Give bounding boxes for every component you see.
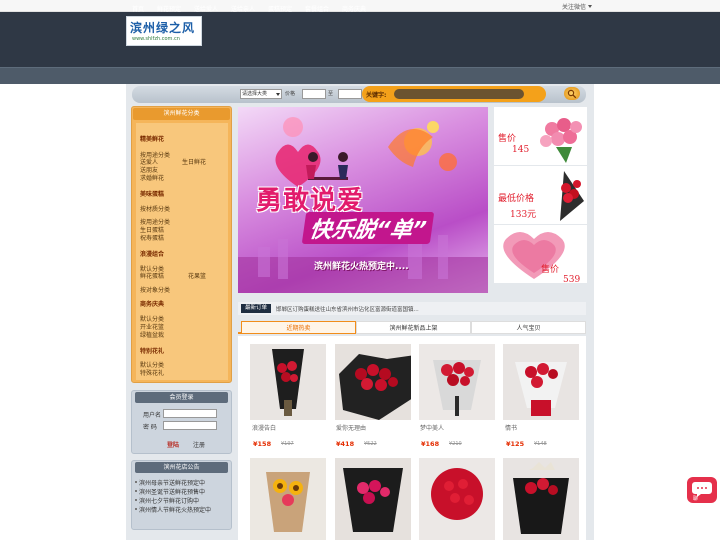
nav-item-family[interactable]: 送给亲人 xyxy=(231,4,255,13)
category-section-title[interactable]: 美味蛋糕 xyxy=(140,189,164,198)
category-section-title[interactable]: 特别花礼 xyxy=(140,346,164,355)
category-link[interactable]: 祝寿蛋糕 xyxy=(140,233,164,242)
keyword-label: 关键字: xyxy=(366,92,387,99)
product-old-price: ¥197 xyxy=(281,441,294,447)
notice-panel-title: 滨州花店公告 xyxy=(135,462,228,473)
category-link[interactable]: 鲜花蛋糕 xyxy=(140,271,164,280)
bouquet-image xyxy=(419,458,495,540)
login-panel-title: 会员登录 xyxy=(135,392,228,403)
bouquet-image xyxy=(335,458,411,540)
notice-item[interactable]: 滨州七夕节鲜花订购中 xyxy=(134,496,199,505)
bouquet-image xyxy=(419,344,495,420)
price-min-input[interactable] xyxy=(302,89,326,99)
news-ticker-text[interactable]: 邯郸区订购蛋糕送往山东省滨州市沾化区富源街道富国镇... xyxy=(276,305,419,313)
product-price: ¥158 xyxy=(253,440,272,448)
category-section-title[interactable]: 浪漫组合 xyxy=(140,249,164,258)
product-image[interactable] xyxy=(335,458,411,540)
product-price: ¥168 xyxy=(421,440,440,448)
product-image[interactable] xyxy=(419,344,495,420)
category-link[interactable]: 花果篮 xyxy=(188,271,206,280)
promo-price: 539 xyxy=(563,275,581,285)
follow-wechat-dropdown[interactable]: 关注微信 xyxy=(562,2,592,11)
nav-item-cake[interactable]: 蛋糕预定 xyxy=(268,4,292,13)
product-image[interactable] xyxy=(335,344,411,420)
promo-price: 145 xyxy=(512,145,530,155)
chat-label: 聊 xyxy=(693,496,699,502)
product-old-price: ¥522 xyxy=(364,441,377,447)
logo-title: 滨州绿之风 xyxy=(130,21,196,35)
site-logo[interactable]: 滨州绿之风 www.shlfzh.com.cn xyxy=(126,16,202,46)
keyword-input[interactable] xyxy=(394,89,524,99)
register-button[interactable]: 注册 xyxy=(193,440,205,449)
bouquet-image xyxy=(503,458,579,540)
product-name[interactable]: 情书 xyxy=(505,423,517,432)
chat-bubble-icon xyxy=(692,482,712,497)
product-price: ¥125 xyxy=(506,440,525,448)
product-old-price: ¥148 xyxy=(534,441,547,447)
price-label: 价格 xyxy=(285,91,296,97)
news-badge: 最新订单 xyxy=(241,304,271,313)
product-name[interactable]: 爱你无理由 xyxy=(336,423,366,432)
product-image[interactable] xyxy=(503,458,579,540)
main-nav xyxy=(0,67,720,84)
category-section-title[interactable]: 精美鲜花 xyxy=(140,134,164,143)
product-image[interactable] xyxy=(503,344,579,420)
chevron-down-icon xyxy=(588,5,592,8)
category-select[interactable]: 请选择大类 xyxy=(240,89,282,99)
product-image[interactable] xyxy=(250,458,326,540)
nav-item-combo[interactable]: 套餐组合 xyxy=(305,4,329,13)
logo-url: www.shlfzh.com.cn xyxy=(132,36,180,42)
product-price: ¥418 xyxy=(336,440,355,448)
login-button[interactable]: 登陆 xyxy=(167,440,179,449)
bouquet-image xyxy=(250,344,326,420)
category-link[interactable]: 按材质分类 xyxy=(140,204,170,213)
category-link[interactable]: 绿植盆栽 xyxy=(140,330,164,339)
tab-hot-sale[interactable]: 近期热卖 xyxy=(241,321,356,334)
category-link[interactable]: 按对象分类 xyxy=(140,285,170,294)
password-label: 密 码 xyxy=(143,424,157,431)
nav-item-business[interactable]: 商务庆典 xyxy=(342,4,366,13)
username-label: 用户名 xyxy=(143,412,162,419)
promo-label: 最低价格 xyxy=(498,194,535,204)
bouquet-image xyxy=(335,344,411,420)
search-button[interactable] xyxy=(564,87,580,100)
category-link[interactable]: 求婚鲜花 xyxy=(140,173,164,182)
nav-item-flowers[interactable]: 鲜花预定 xyxy=(157,4,181,13)
product-name[interactable]: 浪漫告白 xyxy=(252,423,276,432)
tab-popular[interactable]: 人气宝贝 xyxy=(471,321,586,334)
tab-new-arrivals[interactable]: 滨州鲜花新品上架 xyxy=(356,321,471,334)
promo-label: 售价 xyxy=(541,265,560,275)
category-link[interactable]: 生日鲜花 xyxy=(182,157,206,166)
product-old-price: ¥210 xyxy=(449,441,462,447)
price-max-input[interactable] xyxy=(338,89,362,99)
nav-item-lover[interactable]: 送给爱人 xyxy=(194,4,218,13)
chat-float-button[interactable] xyxy=(687,477,717,503)
product-image[interactable] xyxy=(250,344,326,420)
bouquet-image xyxy=(503,344,579,420)
banner-caption: 滨州鲜花火热预定中.... xyxy=(314,262,409,272)
password-input[interactable] xyxy=(163,421,217,430)
site-header xyxy=(0,12,720,67)
banner-subheadline: 快乐脱“单” xyxy=(301,212,435,244)
category-section-title[interactable]: 商务庆典 xyxy=(140,299,164,308)
product-name[interactable]: 梦中美人 xyxy=(420,423,444,432)
promo-price: 133元 xyxy=(510,210,537,220)
search-icon xyxy=(567,89,577,99)
username-input[interactable] xyxy=(163,409,217,418)
price-to-label: 至 xyxy=(328,91,334,97)
product-image[interactable] xyxy=(419,458,495,540)
sunflower-bouquet-image xyxy=(250,458,326,540)
category-panel-title: 滨州鲜花分类 xyxy=(133,108,230,120)
notice-item[interactable]: 滨州圣诞节送鲜花预售中 xyxy=(134,487,205,496)
category-link[interactable]: 特殊花礼 xyxy=(140,368,164,377)
notice-item[interactable]: 滨州情人节鲜花火热预定中 xyxy=(134,505,211,514)
promo-label: 售价 xyxy=(498,134,517,144)
nav-item-home[interactable]: 首页 xyxy=(132,4,144,13)
follow-wechat-label: 关注微信 xyxy=(561,4,586,11)
notice-item[interactable]: 滨州母亲节送鲜花预定中 xyxy=(134,478,205,487)
